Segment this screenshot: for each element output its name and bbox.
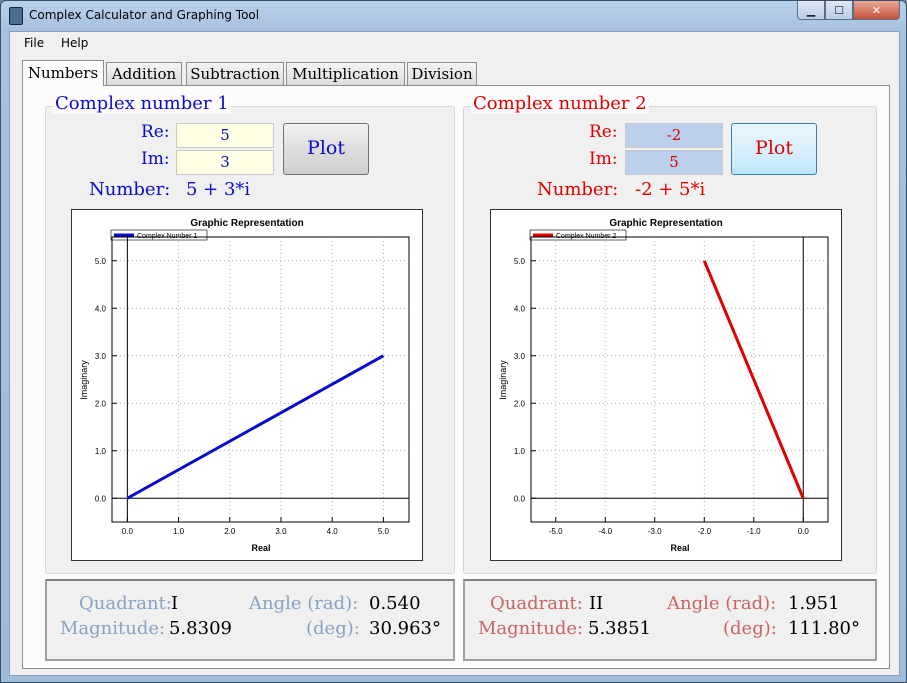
plot-button-1[interactable]: Plot xyxy=(283,123,369,175)
plot-area xyxy=(530,236,829,523)
title-bar: Complex Calculator and Graphing Tool ▁ ☐… xyxy=(1,1,906,29)
im-input-2[interactable]: 5 xyxy=(625,150,723,175)
complex-number-1-title: Complex number 1 xyxy=(53,93,231,114)
number-value-1: 5 + 3*i xyxy=(186,179,251,200)
numbers-tab-page: Complex number 1 Re: Im: 5 3 Plot Number… xyxy=(22,85,890,669)
angle-rad-value-2: 1.951 xyxy=(788,593,840,614)
close-button[interactable]: ✕ xyxy=(853,1,900,20)
quadrant-label-1: Quadrant: xyxy=(79,593,172,614)
y-tick-label: 2.0 xyxy=(95,399,107,408)
y-tick-label: 2.0 xyxy=(514,399,526,408)
x-axis-label: Real xyxy=(251,543,270,553)
menu-file[interactable]: File xyxy=(24,36,44,50)
x-tick-label: -5.0 xyxy=(549,527,563,536)
x-axis-label: Real xyxy=(670,543,689,553)
magnitude-label-2: Magnitude: xyxy=(478,618,584,639)
chart-svg-1: Graphic RepresentationComplex Number 10.… xyxy=(79,218,410,553)
x-tick-label: -2.0 xyxy=(697,527,711,536)
minimize-button[interactable]: ▁ xyxy=(797,1,825,20)
angle-deg-label-2: (deg): xyxy=(723,618,777,639)
chart-title: Graphic Representation xyxy=(609,218,722,229)
menu-help[interactable]: Help xyxy=(61,36,88,50)
x-tick-label: -4.0 xyxy=(598,527,612,536)
angle-deg-value-1: 30.963° xyxy=(369,618,441,639)
re-input-2[interactable]: -2 xyxy=(625,123,723,148)
series-line xyxy=(126,354,385,500)
y-tick-label: 5.0 xyxy=(95,257,107,266)
re-label-1: Re: xyxy=(141,122,170,142)
y-tick-label: 3.0 xyxy=(95,352,107,361)
y-axis-label: Imaginary xyxy=(498,360,508,400)
y-axis-label: Imaginary xyxy=(79,360,89,400)
series-line xyxy=(702,260,805,499)
y-tick-label: 3.0 xyxy=(514,352,526,361)
plot-button-2[interactable]: Plot xyxy=(731,123,817,175)
angle-deg-value-2: 111.80° xyxy=(788,618,860,639)
chart-title: Graphic Representation xyxy=(190,218,303,229)
tab-numbers[interactable]: Numbers xyxy=(22,60,104,86)
angle-deg-label-1: (deg): xyxy=(306,618,360,639)
y-tick-label: 0.0 xyxy=(514,494,526,503)
im-input-1[interactable]: 3 xyxy=(176,150,274,175)
quadrant-label-2: Quadrant: xyxy=(490,593,583,614)
magnitude-value-1: 5.8309 xyxy=(169,618,232,639)
app-window: Complex Calculator and Graphing Tool ▁ ☐… xyxy=(0,0,907,683)
re-label-2: Re: xyxy=(589,122,618,142)
x-tick-label: 5.0 xyxy=(378,527,390,536)
complex-number-2-title: Complex number 2 xyxy=(471,93,649,114)
number-label-2: Number: xyxy=(537,179,619,200)
angle-rad-value-1: 0.540 xyxy=(369,593,421,614)
client-area: File Help Numbers Addition Subtraction M… xyxy=(9,31,900,676)
im-label-2: Im: xyxy=(589,149,618,169)
chart-svg-2: Graphic RepresentationComplex Number 2-5… xyxy=(498,218,829,553)
im-label-1: Im: xyxy=(141,149,170,169)
quadrant-value-1: I xyxy=(171,593,179,614)
menu-bar: File Help xyxy=(10,32,899,54)
window-title: Complex Calculator and Graphing Tool xyxy=(29,8,260,22)
tab-subtraction[interactable]: Subtraction xyxy=(186,62,284,85)
y-tick-label: 1.0 xyxy=(514,447,526,456)
y-tick-label: 0.0 xyxy=(95,494,107,503)
angle-rad-label-1: Angle (rad): xyxy=(249,593,359,614)
x-tick-label: 1.0 xyxy=(173,527,185,536)
number-label-1: Number: xyxy=(89,179,171,200)
tab-division[interactable]: Division xyxy=(407,62,477,85)
app-icon xyxy=(9,7,23,25)
x-tick-label: -1.0 xyxy=(747,527,761,536)
magnitude-value-2: 5.3851 xyxy=(588,618,651,639)
y-tick-label: 4.0 xyxy=(514,304,526,313)
y-tick-label: 1.0 xyxy=(95,447,107,456)
quadrant-value-2: II xyxy=(589,593,604,614)
magnitude-label-1: Magnitude: xyxy=(60,618,166,639)
angle-rad-label-2: Angle (rad): xyxy=(667,593,777,614)
re-input-1[interactable]: 5 xyxy=(176,123,274,148)
x-tick-label: -3.0 xyxy=(648,527,662,536)
maximize-button[interactable]: ☐ xyxy=(825,1,853,20)
number-value-2: -2 + 5*i xyxy=(635,179,706,200)
x-tick-label: 0.0 xyxy=(798,527,810,536)
x-tick-label: 3.0 xyxy=(275,527,287,536)
y-tick-label: 5.0 xyxy=(514,257,526,266)
tab-addition[interactable]: Addition xyxy=(106,62,182,85)
chart-number-1: Graphic Representation Complex Number 1 0.… xyxy=(71,209,423,561)
chart-number-2: Graphic Representation Complex Number 2 -5… xyxy=(490,209,842,561)
x-tick-label: 4.0 xyxy=(327,527,339,536)
y-tick-label: 4.0 xyxy=(95,304,107,313)
tab-multiplication[interactable]: Multiplication xyxy=(286,62,405,85)
x-tick-label: 2.0 xyxy=(224,527,236,536)
x-tick-label: 0.0 xyxy=(122,527,134,536)
plot-area xyxy=(111,236,410,523)
